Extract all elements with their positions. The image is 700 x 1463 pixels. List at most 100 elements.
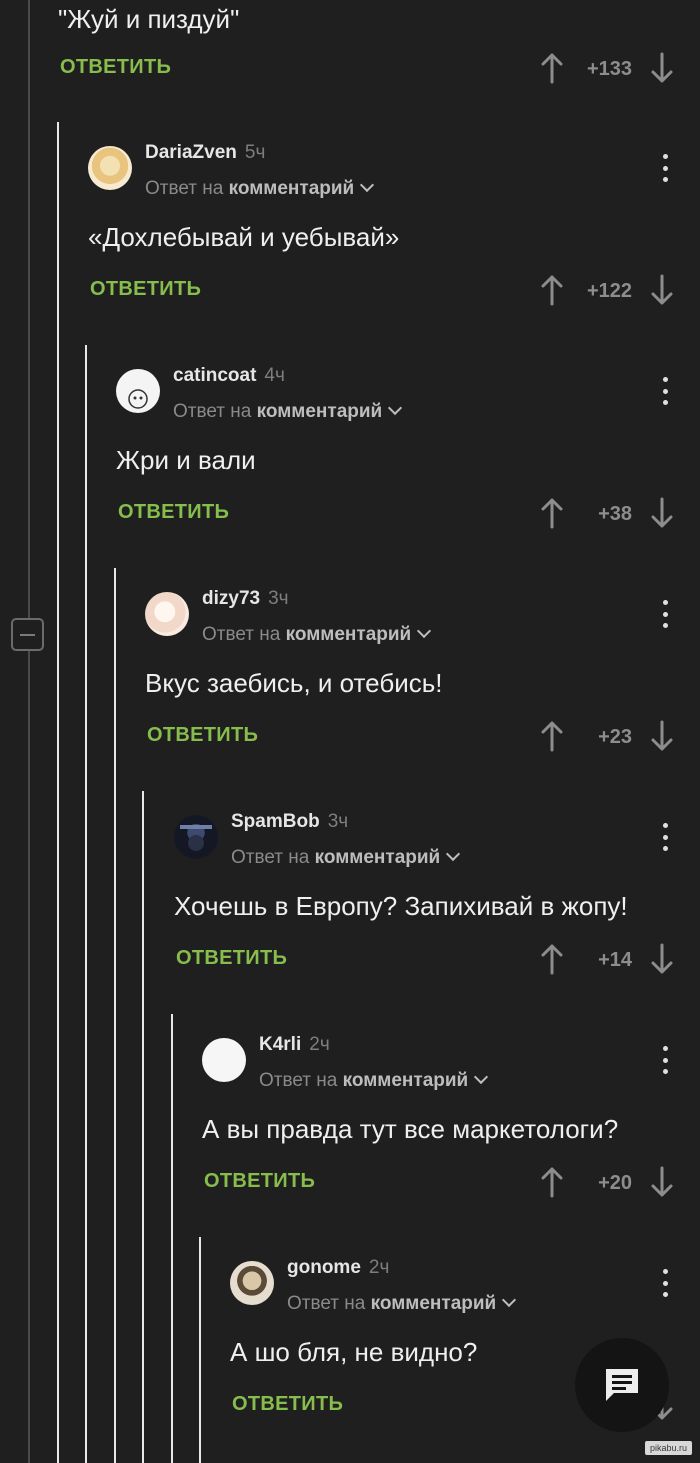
reply-to-line[interactable]: Ответ на комментарий bbox=[259, 1069, 489, 1092]
arrow-up-icon[interactable] bbox=[540, 943, 564, 975]
arrow-down-icon[interactable] bbox=[650, 52, 674, 84]
username[interactable]: catincoat bbox=[173, 365, 256, 386]
reply-button[interactable]: ОТВЕТИТЬ bbox=[232, 1393, 343, 1416]
vote-score: +122 bbox=[586, 280, 632, 302]
add-comment-button[interactable] bbox=[575, 1338, 669, 1432]
comment-header: dizy73 3ч Ответ на комментарий bbox=[145, 568, 700, 645]
reply-to-target: комментарий bbox=[285, 624, 412, 645]
vote-score: +14 bbox=[598, 949, 632, 971]
reply-to-prefix: Ответ на bbox=[145, 178, 224, 199]
comment-header: K4rli 2ч Ответ на комментарий bbox=[202, 1014, 700, 1091]
chevron-down-icon bbox=[417, 623, 432, 639]
thread-line-level-1 bbox=[57, 122, 59, 1463]
comment-header: SpamBob 3ч Ответ на комментарий bbox=[174, 791, 700, 868]
vote-score: +38 bbox=[598, 503, 632, 525]
comment-icon bbox=[606, 1369, 638, 1401]
kebab-menu-icon[interactable] bbox=[662, 600, 668, 628]
arrow-up-icon[interactable] bbox=[540, 52, 564, 84]
avatar[interactable] bbox=[174, 815, 218, 859]
comment: dizy73 3ч Ответ на комментарий Вкус заеби… bbox=[145, 568, 700, 791]
avatar[interactable] bbox=[88, 146, 132, 190]
comment: catincoat 4ч Ответ на комментарий Жри и в… bbox=[116, 345, 700, 568]
thread-line-level-6 bbox=[199, 1237, 201, 1463]
arrow-down-icon[interactable] bbox=[650, 274, 674, 306]
thread-line-level-3 bbox=[114, 568, 116, 1463]
avatar[interactable] bbox=[230, 1261, 274, 1305]
timestamp: 3ч bbox=[327, 811, 349, 832]
username-line: K4rli 2ч bbox=[259, 1034, 330, 1056]
avatar[interactable] bbox=[202, 1038, 246, 1082]
reply-to-prefix: Ответ на bbox=[202, 624, 281, 645]
timestamp: 4ч bbox=[264, 365, 285, 386]
comment-actions: ОТВЕТИТЬ +122 bbox=[88, 272, 700, 312]
reply-to-target: комментарий bbox=[228, 178, 355, 199]
comment-text: Вкус заебись, и отебись! bbox=[145, 668, 443, 698]
username[interactable]: gonome bbox=[287, 1257, 361, 1278]
timestamp: 3ч bbox=[268, 588, 289, 609]
reply-to-prefix: Ответ на bbox=[173, 401, 252, 422]
arrow-up-icon[interactable] bbox=[540, 720, 564, 752]
minus-icon bbox=[20, 633, 35, 636]
kebab-menu-icon[interactable] bbox=[662, 823, 668, 851]
arrow-down-icon[interactable] bbox=[650, 1166, 674, 1198]
avatar[interactable] bbox=[145, 592, 189, 636]
top-comment: "Жуй и пиздуй" ОТВЕТИТЬ +133 bbox=[58, 0, 700, 123]
arrow-down-icon[interactable] bbox=[650, 720, 674, 752]
reply-button[interactable]: ОТВЕТИТЬ bbox=[90, 278, 201, 301]
kebab-menu-icon[interactable] bbox=[662, 154, 668, 182]
chevron-down-icon bbox=[502, 1292, 517, 1308]
chevron-down-icon bbox=[446, 846, 461, 862]
kebab-menu-icon[interactable] bbox=[662, 377, 668, 405]
reply-to-prefix: Ответ на bbox=[231, 847, 310, 868]
comment-text: "Жуй и пиздуй" bbox=[58, 4, 240, 34]
reply-to-prefix: Ответ на bbox=[259, 1070, 338, 1091]
arrow-up-icon[interactable] bbox=[540, 1166, 564, 1198]
username[interactable]: SpamBob bbox=[231, 811, 320, 832]
comment-text: А шо бля, не видно? bbox=[230, 1337, 478, 1367]
comment-actions: ОТВЕТИТЬ +133 bbox=[58, 50, 700, 90]
collapse-thread-button[interactable] bbox=[11, 618, 44, 651]
comment-actions: ОТВЕТИТЬ +14 bbox=[174, 941, 700, 981]
username-line: catincoat 4ч bbox=[173, 365, 285, 387]
reply-to-line[interactable]: Ответ на комментарий bbox=[202, 623, 432, 646]
kebab-menu-icon[interactable] bbox=[662, 1046, 668, 1074]
comment-header: DariaZven 5ч Ответ на комментарий bbox=[88, 122, 700, 199]
arrow-up-icon[interactable] bbox=[540, 497, 564, 529]
comment: SpamBob 3ч Ответ на комментарий Хочешь в … bbox=[174, 791, 700, 1014]
arrow-up-icon[interactable] bbox=[540, 274, 564, 306]
username[interactable]: dizy73 bbox=[202, 588, 260, 609]
comment-text: А вы правда тут все маркетологи? bbox=[202, 1114, 619, 1144]
reply-to-line[interactable]: Ответ на комментарий bbox=[287, 1292, 517, 1315]
vote-score: +23 bbox=[598, 726, 632, 748]
reply-to-line[interactable]: Ответ на комментарий bbox=[145, 177, 375, 200]
comment-actions: ОТВЕТИТЬ +38 bbox=[116, 495, 700, 535]
timestamp: 5ч bbox=[244, 142, 266, 163]
username[interactable]: DariaZven bbox=[145, 142, 237, 163]
thread-line-root bbox=[28, 0, 30, 1463]
comment-actions: ОТВЕТИТЬ +23 bbox=[145, 718, 700, 758]
comment-header: catincoat 4ч Ответ на комментарий bbox=[116, 345, 700, 422]
reply-button[interactable]: ОТВЕТИТЬ bbox=[147, 724, 258, 747]
reply-button[interactable]: ОТВЕТИТЬ bbox=[60, 56, 171, 79]
arrow-down-icon[interactable] bbox=[650, 497, 674, 529]
kebab-menu-icon[interactable] bbox=[662, 1269, 668, 1297]
reply-button[interactable]: ОТВЕТИТЬ bbox=[118, 501, 229, 524]
comment-text: Жри и вали bbox=[116, 445, 256, 475]
comment: K4rli 2ч Ответ на комментарий А вы правда… bbox=[202, 1014, 700, 1237]
reply-button[interactable]: ОТВЕТИТЬ bbox=[176, 947, 287, 970]
vote-score: +133 bbox=[586, 58, 632, 80]
username-line: gonome 2ч bbox=[287, 1257, 389, 1279]
arrow-down-icon[interactable] bbox=[650, 943, 674, 975]
reply-button[interactable]: ОТВЕТИТЬ bbox=[204, 1170, 315, 1193]
avatar[interactable] bbox=[116, 369, 160, 413]
comment: DariaZven 5ч Ответ на комментарий «Дохлеб… bbox=[88, 122, 700, 345]
thread-line-level-4 bbox=[142, 791, 144, 1463]
username-line: dizy73 3ч bbox=[202, 588, 289, 610]
reply-to-line[interactable]: Ответ на комментарий bbox=[231, 846, 461, 869]
timestamp: 2ч bbox=[309, 1034, 330, 1055]
thread-line-level-2 bbox=[85, 345, 87, 1463]
username[interactable]: K4rli bbox=[259, 1034, 301, 1055]
vote-score: +20 bbox=[598, 1172, 632, 1194]
reply-to-prefix: Ответ на bbox=[287, 1293, 366, 1314]
reply-to-line[interactable]: Ответ на комментарий bbox=[173, 400, 403, 423]
